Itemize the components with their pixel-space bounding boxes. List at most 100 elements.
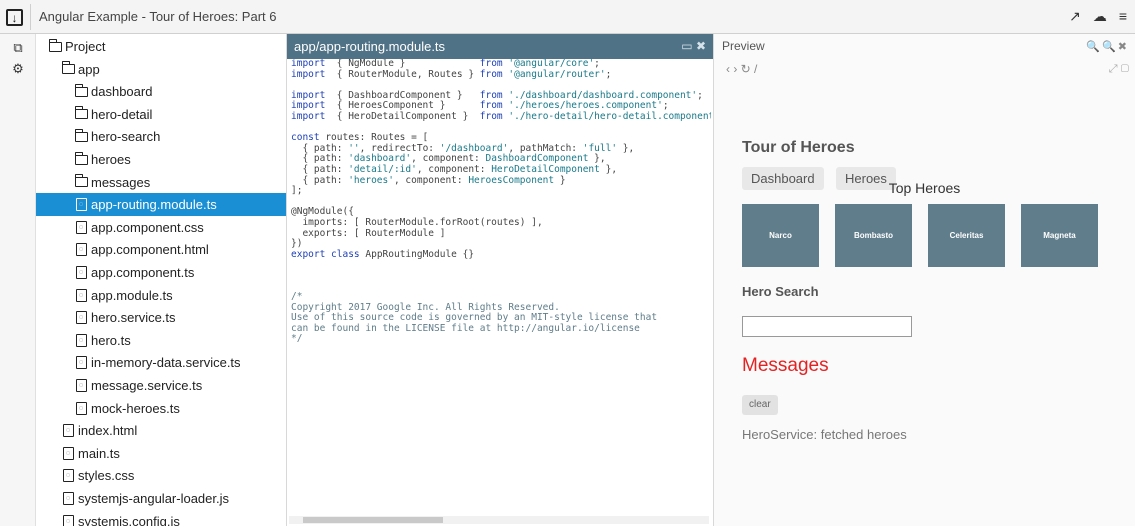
code-token: from: [479, 89, 503, 101]
editor-tab[interactable]: app/app-routing.module.ts ▭ ✖: [287, 34, 713, 59]
file-icon: ◌: [74, 220, 88, 234]
preview-head-actions[interactable]: 🔍🔍✖: [1086, 40, 1129, 53]
tree-file[interactable]: ◌ app.component.css: [36, 216, 286, 239]
tree-item-label: app-routing.module.ts: [91, 197, 217, 213]
settings-gear-icon[interactable]: ⚙: [11, 62, 25, 76]
hamburger-menu-icon[interactable]: ≡: [1119, 8, 1127, 25]
file-icon: ◌: [74, 379, 88, 392]
code-token: , component:: [393, 174, 469, 186]
tree-folder[interactable]: hero-search: [36, 125, 286, 148]
code-token: '/dashboard': [439, 142, 509, 154]
horizontal-scrollbar[interactable]: [289, 516, 709, 524]
code-token: from: [479, 110, 503, 122]
code-content[interactable]: import { NgModule } from '@angular/core'…: [291, 59, 711, 509]
tree-folder[interactable]: Project: [36, 35, 286, 58]
tree-file[interactable]: ◌ systemjs-angular-loader.js: [36, 487, 286, 510]
tree-file[interactable]: ◌ app.module.ts: [36, 284, 286, 307]
tree-folder[interactable]: hero-detail: [36, 103, 286, 126]
file-icon: ◌: [61, 469, 75, 483]
tree-file[interactable]: ◌ styles.css: [36, 464, 286, 487]
file-icon: ◌: [74, 198, 88, 212]
tree-file[interactable]: ◌ systemjs.config.js: [36, 510, 286, 526]
code-token: { HeroDetailComponent }: [325, 110, 480, 122]
tree-item-label: hero.service.ts: [91, 310, 176, 326]
scrollbar-thumb[interactable]: [303, 517, 443, 523]
file-icon: ◌: [61, 492, 75, 505]
code-line: can be found in the LICENSE file at http…: [291, 323, 711, 335]
cloud-icon[interactable]: ☁: [1093, 8, 1107, 25]
tree-file[interactable]: ◌ app-routing.module.ts: [36, 193, 286, 217]
code-token: './hero-detail/hero-detail.component': [502, 110, 711, 122]
clear-button[interactable]: clear: [742, 395, 778, 415]
hero-search-input[interactable]: [742, 316, 912, 337]
file-icon: ◌: [61, 446, 75, 460]
file-icon: ◌: [74, 288, 88, 302]
hero-card[interactable]: Bombasto: [835, 204, 912, 267]
window-title: Angular Example - Tour of Heroes: Part 6: [39, 9, 277, 24]
tree-file[interactable]: ◌ app.component.html: [36, 238, 286, 261]
tree-item-label: heroes: [91, 152, 131, 167]
tree-item-label: hero-search: [91, 129, 161, 145]
external-link-icon[interactable]: ↗: [1069, 8, 1081, 25]
code-token: import: [291, 89, 326, 101]
file-icon: ◌: [74, 311, 88, 325]
code-token: , pathMatch:: [508, 142, 583, 154]
tree-file[interactable]: ◌ index.html: [36, 419, 286, 442]
tree-file[interactable]: ◌ message.service.ts: [36, 374, 286, 397]
preview-nav-controls[interactable]: ‹ › ↻ /: [726, 62, 757, 76]
code-token: { RouterModule, Routes }: [325, 68, 480, 80]
preview-label: Preview: [722, 39, 765, 53]
tree-item-label: app.component.html: [91, 242, 209, 258]
code-line: exports: [ RouterModule ]: [291, 228, 711, 240]
tree-file[interactable]: ◌ mock-heroes.ts: [36, 397, 286, 420]
folder-icon: [74, 128, 88, 143]
tree-folder[interactable]: app: [36, 58, 286, 81]
hero-card[interactable]: Narco: [742, 204, 819, 267]
tree-file[interactable]: ◌ app.component.ts: [36, 261, 286, 284]
code-token: ;: [605, 68, 612, 80]
tree-file[interactable]: ◌ in-memory-data.service.ts: [36, 351, 286, 374]
code-token: { path:: [291, 153, 349, 165]
hero-card[interactable]: Celeritas: [928, 204, 1005, 267]
tree-file[interactable]: ◌ hero.service.ts: [36, 306, 286, 329]
file-icon: ◌: [74, 356, 88, 370]
tree-item-label: app.component.css: [91, 219, 204, 235]
tree-item-label: message.service.ts: [91, 378, 203, 393]
code-token: import: [291, 110, 326, 122]
tree-folder[interactable]: heroes: [36, 148, 286, 171]
tree-folder[interactable]: messages: [36, 171, 286, 194]
tree-item-label: systemjs-angular-loader.js: [78, 491, 230, 506]
tree-item-label: app: [78, 61, 100, 77]
tree-item-label: mock-heroes.ts: [91, 400, 180, 416]
preview-nav-bar: ‹ › ↻ / ⤢ ▢: [714, 59, 1135, 83]
code-token: import: [291, 59, 326, 69]
code-token: 'dashboard': [348, 153, 412, 165]
hero-card[interactable]: Magneta: [1021, 204, 1098, 267]
folder-icon: [74, 83, 88, 98]
tree-item-label: hero-detail: [91, 106, 153, 122]
folder-open-icon: [61, 61, 75, 75]
tree-file[interactable]: ◌ main.ts: [36, 442, 286, 465]
file-icon: ◌: [74, 333, 88, 347]
code-token: class: [325, 248, 360, 260]
code-token: DashboardComponent: [485, 153, 589, 165]
preview-nav-right-icons[interactable]: ⤢ ▢: [1109, 63, 1129, 76]
code-token: AppRoutingModule {}: [359, 248, 475, 260]
tree-file[interactable]: ◌ hero.ts: [36, 329, 286, 352]
file-icon: ◌: [61, 424, 75, 438]
code-token: from: [479, 59, 503, 69]
title-separator: [30, 4, 31, 30]
tree-item-label: app.component.ts: [91, 265, 195, 280]
code-token: { HeroesComponent }: [325, 100, 480, 112]
download-arrow-icon[interactable]: ↓: [6, 9, 23, 26]
code-token: { DashboardComponent }: [325, 89, 480, 101]
code-token: import: [291, 100, 326, 112]
preview-pane: Preview 🔍🔍✖ ‹ › ↻ / ⤢ ▢ Tour of Heroes D…: [714, 34, 1135, 526]
code-token: },: [599, 163, 618, 175]
folder-open-icon: [48, 38, 62, 53]
copy-icon[interactable]: ⧉: [11, 41, 25, 55]
code-token: from: [479, 68, 503, 80]
tree-folder[interactable]: dashboard: [36, 80, 286, 103]
tab-actions[interactable]: ▭ ✖: [681, 39, 706, 53]
